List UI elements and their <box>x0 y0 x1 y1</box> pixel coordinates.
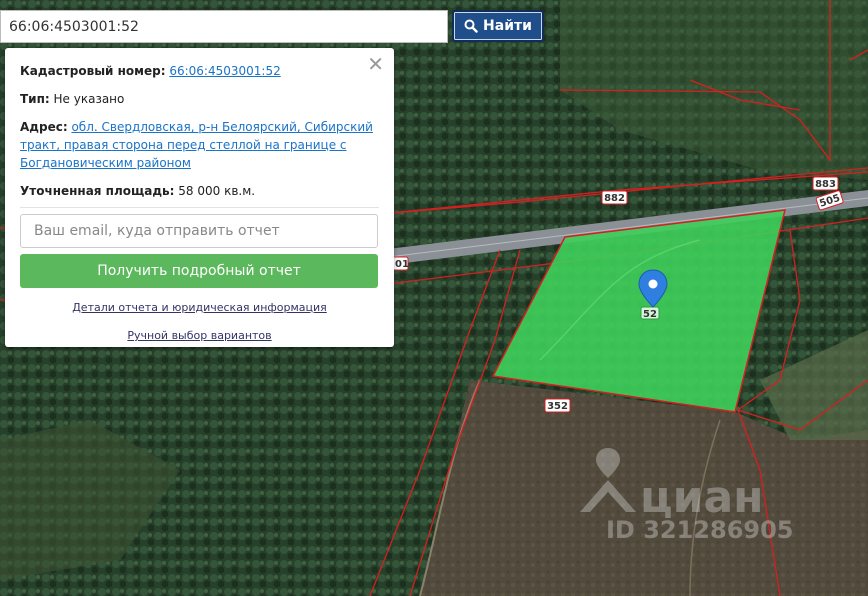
area-row: Уточненная площадь: 58 000 кв.м. <box>20 182 379 200</box>
search-button[interactable]: Найти <box>452 10 544 42</box>
divider <box>20 207 379 208</box>
svg-text:882: 882 <box>604 193 625 204</box>
email-field[interactable] <box>20 214 378 248</box>
parcel-label-352: 352 <box>544 398 571 413</box>
svg-text:52: 52 <box>643 309 657 320</box>
cadastral-link[interactable]: 66:06:4503001:52 <box>169 64 280 78</box>
address-row: Адрес: обл. Свердловская, р-н Белоярский… <box>20 118 379 172</box>
get-report-button[interactable]: Получить подробный отчет <box>20 254 378 288</box>
search-button-label: Найти <box>483 18 532 34</box>
search-icon <box>464 19 478 33</box>
area-label: Уточненная площадь: <box>20 184 175 198</box>
address-link[interactable]: обл. Свердловская, р-н Белоярский, Сибир… <box>20 120 373 170</box>
type-label: Тип: <box>20 92 50 106</box>
area-value: 58 000 кв.м. <box>178 184 256 198</box>
address-label: Адрес: <box>20 120 68 134</box>
parcel-label-882: 882 <box>601 190 628 205</box>
report-details-link[interactable]: Детали отчета и юридическая информация <box>20 301 379 314</box>
parcel-label-883: 883 <box>812 176 839 191</box>
parcel-label-52: 52 <box>640 306 660 320</box>
manual-selection-link[interactable]: Ручной выбор вариантов <box>20 329 379 342</box>
cadastral-label: Кадастровый номер: <box>20 64 166 78</box>
parcel-info-popup: ✕ Кадастровый номер: 66:06:4503001:52 Ти… <box>5 48 394 347</box>
close-icon[interactable]: ✕ <box>367 54 384 74</box>
type-value: Не указано <box>53 92 125 106</box>
cadastral-row: Кадастровый номер: 66:06:4503001:52 <box>20 62 379 80</box>
svg-text:01: 01 <box>395 259 409 270</box>
search-input[interactable] <box>0 10 448 43</box>
svg-text:883: 883 <box>815 179 836 190</box>
type-row: Тип: Не указано <box>20 90 379 108</box>
svg-text:352: 352 <box>547 401 568 412</box>
watermark-id: ID 321286905 <box>606 516 794 544</box>
